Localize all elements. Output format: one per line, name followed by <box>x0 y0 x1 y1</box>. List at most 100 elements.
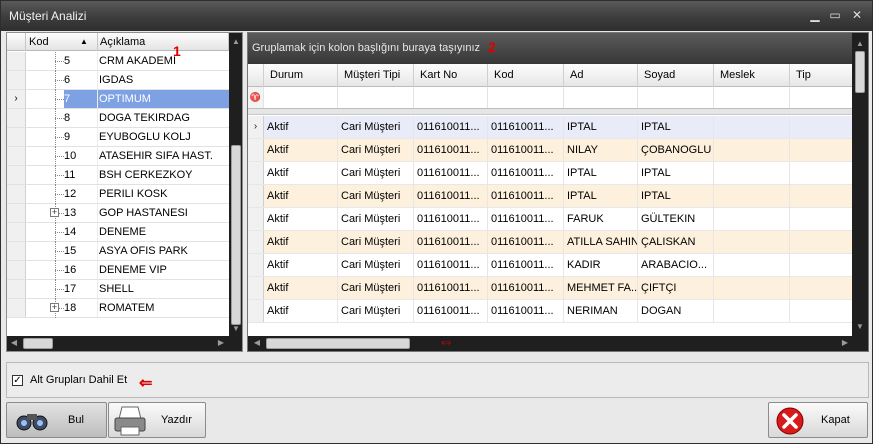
table-cell: 011610011... <box>488 185 564 207</box>
alt-gruplar-checkbox[interactable]: ✓ <box>12 375 23 386</box>
tree-lines <box>26 223 64 242</box>
table-cell: 011610011... <box>414 277 488 299</box>
table-row[interactable]: Aktif Cari Müşteri 011610011... 011610011..… <box>248 185 852 208</box>
tree-row[interactable]: +13 GOP HASTANESI <box>7 204 229 223</box>
table-cell: 011610011... <box>488 231 564 253</box>
grid-scroll-right-icon[interactable]: ▶ <box>838 336 852 350</box>
filter-cell[interactable] <box>638 87 714 108</box>
col-header-2[interactable]: Kart No <box>414 64 488 87</box>
col-header-aciklama[interactable]: Açıklama <box>98 33 229 51</box>
tree-lines <box>26 242 64 261</box>
sort-asc-icon: ▲ <box>80 37 88 46</box>
tree-horizontal-scrollbar[interactable]: ◀ ▶ <box>7 336 242 351</box>
kapat-label: Kapat <box>821 414 850 426</box>
bul-label: Bul <box>68 414 84 426</box>
scroll-left-icon[interactable]: ◀ <box>7 336 21 350</box>
table-cell <box>714 116 790 138</box>
tree-row[interactable]: 12 PERILI KOSK <box>7 185 229 204</box>
grid-vertical-scrollbar[interactable]: ▲ ▼ <box>852 33 868 336</box>
expand-icon[interactable]: + <box>50 303 59 312</box>
grid-hscroll-thumb[interactable] <box>266 338 410 349</box>
filter-row[interactable]: ♈ <box>248 87 852 109</box>
tree-cell-aciklama: EYUBOGLU KOLJ <box>99 131 191 143</box>
col-header-kod[interactable]: Kod ▲ <box>26 33 98 51</box>
tree-cell-aciklama: ASYA OFIS PARK <box>99 245 188 257</box>
scroll-up-icon[interactable]: ▲ <box>229 35 242 49</box>
tree-row[interactable]: › 7 OPTIMUM <box>7 90 229 109</box>
expand-icon[interactable]: + <box>50 208 59 217</box>
filter-cell[interactable] <box>338 87 414 108</box>
tree-hscroll-thumb[interactable] <box>23 338 53 349</box>
tree-row[interactable]: 6 IGDAS <box>7 71 229 90</box>
tree-row[interactable]: 15 ASYA OFIS PARK <box>7 242 229 261</box>
table-cell <box>714 277 790 299</box>
col-header-1[interactable]: Müşteri Tipi <box>338 64 414 87</box>
col-header-0[interactable]: Durum <box>264 64 338 87</box>
table-cell: Cari Müşteri <box>338 254 414 276</box>
col-header-6[interactable]: Meslek <box>714 64 790 87</box>
scroll-down-icon[interactable]: ▼ <box>229 322 242 336</box>
minimize-button[interactable]: ▁ <box>807 7 823 23</box>
bul-button[interactable]: Bul <box>6 402 107 438</box>
grid-scroll-thumb[interactable] <box>855 51 865 93</box>
row-indicator <box>7 299 26 317</box>
table-row[interactable]: Aktif Cari Müşteri 011610011... 011610011..… <box>248 277 852 300</box>
table-row[interactable]: Aktif Cari Müşteri 011610011... 011610011..… <box>248 139 852 162</box>
grid-horizontal-scrollbar[interactable]: ◀ ⇔ ▶ <box>248 334 868 351</box>
grid-scroll-down-icon[interactable]: ▼ <box>853 320 867 334</box>
table-cell: 011610011... <box>488 300 564 322</box>
close-window-button[interactable]: ✕ <box>849 7 865 23</box>
col-header-5[interactable]: Soyad <box>638 64 714 87</box>
maximize-button[interactable]: ▭ <box>827 7 843 23</box>
table-row[interactable]: Aktif Cari Müşteri 011610011... 011610011..… <box>248 208 852 231</box>
grid-scroll-up-icon[interactable]: ▲ <box>853 37 867 51</box>
filter-cell[interactable] <box>714 87 790 108</box>
table-row[interactable]: Aktif Cari Müşteri 011610011... 011610011..… <box>248 254 852 277</box>
tree-cell-kod: 16 <box>64 261 98 279</box>
binoculars-icon <box>16 414 48 431</box>
grid-scroll-left-icon[interactable]: ◀ <box>250 336 264 350</box>
tree-cell-aciklama: ATASEHIR SIFA HAST. <box>99 150 213 162</box>
row-indicator <box>7 128 26 146</box>
yazdir-button[interactable]: Yazdır <box>108 402 206 438</box>
printer-icon <box>114 406 146 436</box>
col-header-4[interactable]: Ad <box>564 64 638 87</box>
tree-row[interactable]: 11 BSH CERKEZKOY <box>7 166 229 185</box>
row-indicator <box>248 231 264 253</box>
tree-row[interactable]: +18 ROMATEM <box>7 299 229 318</box>
tree-row[interactable]: 14 DENEME <box>7 223 229 242</box>
table-cell <box>714 208 790 230</box>
tree-row[interactable]: 5 CRM AKADEMI <box>7 52 229 71</box>
col-header-kod-label: Kod <box>29 36 49 48</box>
tree-cell-aciklama: IGDAS <box>99 74 134 86</box>
row-indicator <box>7 185 26 203</box>
window-title: Müşteri Analizi <box>9 9 87 23</box>
table-cell: IPTAL <box>564 162 638 184</box>
table-cell: FARUK <box>564 208 638 230</box>
table-cell: Cari Müşteri <box>338 139 414 161</box>
tree-row[interactable]: 8 DOGA TEKIRDAG <box>7 109 229 128</box>
filter-cell[interactable] <box>264 87 338 108</box>
tree-lines <box>26 261 64 280</box>
tree-vertical-scrollbar[interactable]: ▲ ▼ <box>229 33 242 336</box>
kapat-button[interactable]: Kapat <box>768 402 868 438</box>
filter-icon[interactable]: ♈ <box>248 87 264 108</box>
tree-scroll-thumb[interactable] <box>231 145 241 325</box>
tree-row[interactable]: 9 EYUBOGLU KOLJ <box>7 128 229 147</box>
filter-cell[interactable] <box>414 87 488 108</box>
tree-row[interactable]: 10 ATASEHIR SIFA HAST. <box>7 147 229 166</box>
scroll-right-icon[interactable]: ▶ <box>214 336 228 350</box>
tree-cell-kod: 15 <box>64 242 98 260</box>
tree-row[interactable]: 16 DENEME VIP <box>7 261 229 280</box>
tree-cell-aciklama: BSH CERKEZKOY <box>99 169 193 181</box>
filter-cell[interactable] <box>564 87 638 108</box>
col-header-3[interactable]: Kod <box>488 64 564 87</box>
filter-cell[interactable] <box>488 87 564 108</box>
table-row[interactable]: Aktif Cari Müşteri 011610011... 011610011..… <box>248 300 852 323</box>
table-row[interactable]: › Aktif Cari Müşteri 011610011... 011610011.… <box>248 116 852 139</box>
group-panel[interactable]: Gruplamak için kolon başlığını buraya ta… <box>248 33 852 64</box>
table-row[interactable]: Aktif Cari Müşteri 011610011... 011610011..… <box>248 162 852 185</box>
tree-row[interactable]: 17 SHELL <box>7 280 229 299</box>
table-cell: DOGAN <box>638 300 714 322</box>
table-row[interactable]: Aktif Cari Müşteri 011610011... 011610011..… <box>248 231 852 254</box>
